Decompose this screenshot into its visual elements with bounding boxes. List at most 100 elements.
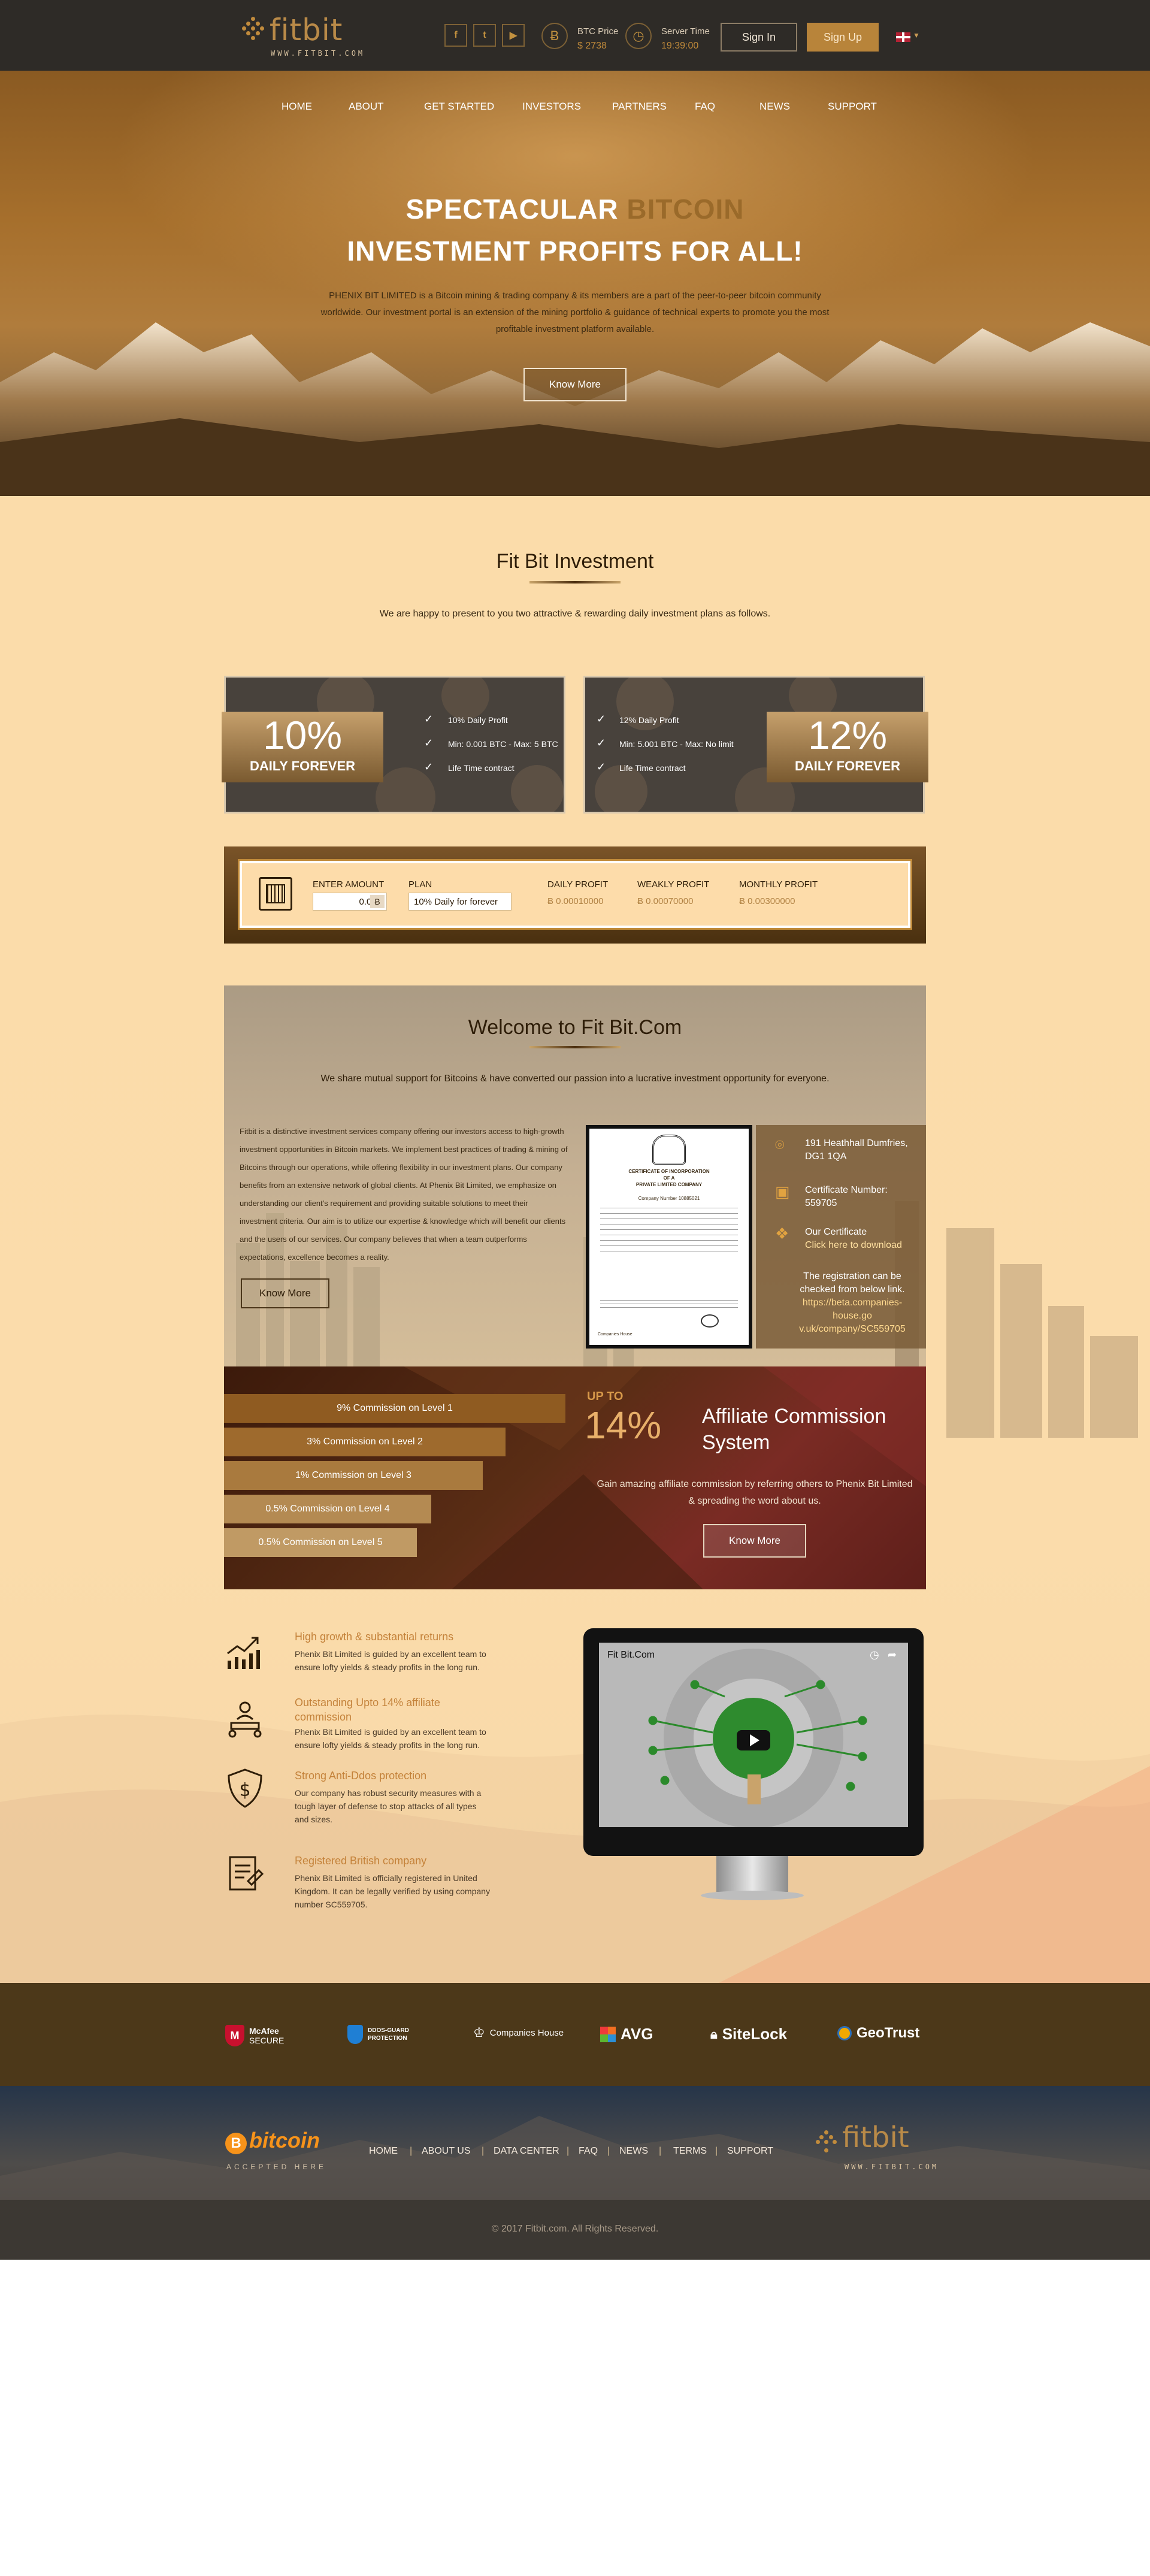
monitor-base <box>701 1891 804 1900</box>
nav-news[interactable]: NEWS <box>759 101 790 113</box>
companies-house-logo: ♔ Companies House <box>473 2025 564 2040</box>
welcome-know-more-button[interactable]: Know More <box>241 1278 329 1308</box>
plan-2-percent: 12% <box>807 713 888 757</box>
footer-separator: | <box>607 2146 610 2156</box>
ddos-guard-protection: PROTECTION <box>368 2035 407 2042</box>
incorporation-certificate[interactable]: CERTIFICATE OF INCORPORATION OF A PRIVAT… <box>586 1125 752 1349</box>
footer-mountains <box>0 2116 1150 2200</box>
ddos-guard-name: DDOS-GUARD <box>368 2027 409 2034</box>
certificate-footnote-lines <box>600 1300 738 1310</box>
welcome-title: Welcome to Fit Bit.Com <box>468 1016 682 1039</box>
plan-2-feature: 12% Daily Profit <box>619 715 679 725</box>
check-icon: ✓ <box>424 737 434 749</box>
affiliate-title-line2: System <box>702 1431 770 1454</box>
certificate-title-line2: OF A <box>663 1175 675 1181</box>
footer-link-faq[interactable]: FAQ <box>579 2146 598 2157</box>
plan-label: PLAN <box>408 879 432 890</box>
watch-later-icon[interactable]: ◷ <box>870 1649 879 1661</box>
copyright-text: © 2017 Fitbit.com. All Rights Reserved. <box>491 2224 659 2234</box>
clock-icon: ◷ <box>625 23 652 49</box>
welcome-body: Fitbit is a distinctive investment servi… <box>240 1127 568 1262</box>
footer-link-news[interactable]: NEWS <box>619 2146 648 2157</box>
plan-1-feature: Life Time contract <box>448 763 515 773</box>
accepted-here-text: ACCEPTED HERE <box>226 2163 327 2171</box>
hero-banner: HOME ABOUT GET STARTED INVESTORS PARTNER… <box>0 71 1150 496</box>
uk-flag-icon[interactable] <box>896 32 910 42</box>
mcafee-shield-icon: M <box>225 2025 244 2046</box>
footer-link-data-center[interactable]: DATA CENTER <box>494 2146 559 2157</box>
monthly-profit-value: Ƀ 0.00300000 <box>739 896 795 906</box>
affiliate-upto-label: UP TO <box>587 1390 624 1403</box>
affiliate-level-1: 9% Commission on Level 1 <box>224 1394 565 1423</box>
footer-separator: | <box>567 2146 570 2156</box>
affiliate-level-2: 3% Commission on Level 2 <box>224 1428 506 1456</box>
nav-partners[interactable]: PARTNERS <box>612 101 667 113</box>
feature-desc: Phenix Bit Limited is officially registe… <box>295 1873 491 1909</box>
monitor-stand <box>716 1856 788 1892</box>
hero-title-line1: SPECTACULAR BITCOIN <box>0 193 1150 225</box>
affiliate-know-more-button[interactable]: Know More <box>703 1524 806 1558</box>
ddos-shield-icon <box>347 2025 363 2044</box>
check-icon: ✓ <box>597 737 606 749</box>
certificate-title-line3: PRIVATE LIMITED COMPANY <box>635 1182 703 1187</box>
download-certificate-link[interactable]: Click here to download <box>805 1239 902 1252</box>
crest-icon <box>652 1135 686 1165</box>
daily-profit-label: DAILY PROFIT <box>547 879 609 890</box>
share-icon[interactable]: ➦ <box>888 1649 897 1661</box>
footer-separator: | <box>482 2146 485 2156</box>
plan-select[interactable]: 10% Daily for forever <box>408 893 512 911</box>
video-title: Fit Bit.Com <box>607 1650 655 1660</box>
facebook-icon[interactable]: f <box>444 24 467 47</box>
investment-subtitle: We are happy to present to you two attra… <box>379 609 771 619</box>
sitelock-name: SiteLock <box>722 2025 788 2043</box>
footer-logo-text[interactable]: fitbit <box>842 2121 909 2154</box>
affiliate-level-3: 1% Commission on Level 3 <box>224 1461 483 1490</box>
affiliate-title-line1: Affiliate Commission <box>702 1405 886 1428</box>
plan-2-badge: 12% DAILY FOREVER <box>767 712 928 782</box>
footer-link-home[interactable]: HOME <box>369 2146 398 2157</box>
team-icon <box>228 1701 262 1738</box>
feature-desc: Phenix Bit Limited is guided by an excel… <box>295 1727 486 1750</box>
btc-price-value: $ 2738 <box>577 41 607 51</box>
footer-separator: | <box>715 2146 718 2156</box>
language-chevron-down-icon[interactable]: ▼ <box>913 31 920 40</box>
avg-blocks-icon <box>600 2026 616 2042</box>
youtube-icon[interactable]: ▶ <box>502 24 525 47</box>
registration-link[interactable]: https://beta.companies-house.go v.uk/com… <box>797 1296 908 1336</box>
mcafee-name: McAfee <box>249 2026 279 2036</box>
top-header <box>0 0 1150 71</box>
nav-investors[interactable]: INVESTORS <box>522 101 581 113</box>
footer-link-support[interactable]: SUPPORT <box>727 2146 773 2157</box>
certificate-title: CERTIFICATE OF INCORPORATION OF A PRIVAT… <box>589 1168 749 1188</box>
footer-link-terms[interactable]: TERMS <box>673 2146 707 2157</box>
plan-2-label: DAILY FOREVER <box>794 758 901 773</box>
sign-up-button[interactable]: Sign Up <box>807 23 879 52</box>
ddos-guard-logo: DDOS-GUARD PROTECTION <box>347 2025 409 2044</box>
certificate-number: 559705 <box>805 1198 837 1208</box>
sign-in-button[interactable]: Sign In <box>721 23 797 52</box>
nav-about[interactable]: ABOUT <box>349 101 384 113</box>
certificate-title-line1: CERTIFICATE OF INCORPORATION <box>628 1169 710 1174</box>
shield-dollar-icon: $ <box>228 1768 262 1808</box>
video-player[interactable]: Fit Bit.Com ◷ ➦ <box>599 1643 908 1827</box>
twitter-icon[interactable]: t <box>473 24 496 47</box>
site-logo[interactable]: fitbit WWW.FITBIT.COM <box>242 11 362 62</box>
certificate-badge-icon: ▣ <box>775 1183 790 1201</box>
nav-support[interactable]: SUPPORT <box>828 101 877 113</box>
nav-faq[interactable]: FAQ <box>695 101 715 113</box>
plan-2-feature: Life Time contract <box>619 763 686 773</box>
investment-title: Fit Bit Investment <box>496 550 654 573</box>
bitcoin-currency-icon: Ƀ <box>370 895 385 908</box>
footer-logo-url: WWW.FITBIT.COM <box>845 2163 939 2171</box>
hero-title-line2: INVESTMENT PROFITS FOR ALL! <box>347 235 803 267</box>
welcome-subtitle: We share mutual support for Bitcoins & h… <box>320 1074 830 1084</box>
nav-get-started[interactable]: GET STARTED <box>424 101 494 113</box>
calculator-chip-icon <box>259 877 292 911</box>
nav-home[interactable]: HOME <box>282 101 312 113</box>
hero-know-more-button[interactable]: Know More <box>523 368 627 401</box>
lock-icon: 🔒︎ <box>710 2026 718 2042</box>
plan-1-badge: 10% DAILY FOREVER <box>222 712 383 782</box>
check-icon: ✓ <box>424 761 434 773</box>
footer-link-about[interactable]: ABOUT US <box>422 2146 471 2157</box>
hero-title-spectacular: SPECTACULAR <box>405 193 619 225</box>
